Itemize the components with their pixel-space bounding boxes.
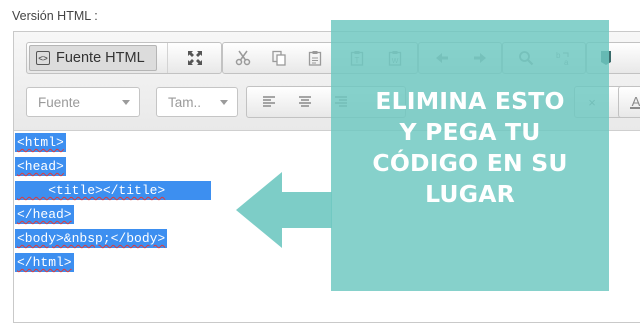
copy-icon xyxy=(272,50,286,66)
source-icon: <> xyxy=(36,51,50,65)
toolbar-group-color: A xyxy=(618,86,640,118)
align-center-icon xyxy=(299,96,311,107)
code-line: <html> xyxy=(15,133,66,152)
align-center-button[interactable] xyxy=(289,87,321,117)
instruction-line: LUGAR xyxy=(425,180,515,208)
font-family-value: Fuente xyxy=(38,94,81,110)
maximize-icon xyxy=(188,51,202,65)
toolbar-group-document: <> Fuente HTML xyxy=(26,42,222,74)
code-line: </head> xyxy=(15,205,74,224)
instruction-overlay: ELIMINA ESTO Y PEGA TU CÓDIGO EN SU LUGA… xyxy=(331,20,609,291)
font-family-select[interactable]: Fuente xyxy=(26,87,140,117)
text-color-button[interactable]: A xyxy=(623,87,640,117)
paste-icon xyxy=(308,51,322,66)
svg-text:A: A xyxy=(632,94,640,109)
align-left-icon xyxy=(263,96,275,107)
text-color-icon: A xyxy=(630,94,640,109)
copy-button[interactable] xyxy=(263,43,295,73)
cut-icon xyxy=(235,50,251,66)
arrow-left-icon xyxy=(236,172,332,248)
instruction-line: ELIMINA ESTO xyxy=(375,87,565,115)
code-line: <head> xyxy=(15,157,66,176)
code-line: </html> xyxy=(15,253,74,272)
font-size-value: Tam.. xyxy=(168,94,202,110)
instruction-line: CÓDIGO EN SU xyxy=(372,149,568,177)
align-left-button[interactable] xyxy=(253,87,285,117)
source-html-label: Fuente HTML xyxy=(56,50,145,66)
code-line: <title></title> xyxy=(15,181,211,200)
field-label: Versión HTML : xyxy=(12,9,98,23)
source-html-button[interactable]: <> Fuente HTML xyxy=(29,45,157,71)
cut-button[interactable] xyxy=(227,43,259,73)
chevron-down-icon xyxy=(220,100,228,105)
code-line: <body>&nbsp;</body> xyxy=(15,229,168,248)
maximize-button[interactable] xyxy=(167,43,222,73)
paste-button[interactable] xyxy=(299,43,331,73)
instruction-text: ELIMINA ESTO Y PEGA TU CÓDIGO EN SU LUGA… xyxy=(331,86,609,210)
instruction-line: Y PEGA TU xyxy=(399,118,541,146)
font-size-select[interactable]: Tam.. xyxy=(156,87,238,117)
chevron-down-icon xyxy=(122,100,130,105)
